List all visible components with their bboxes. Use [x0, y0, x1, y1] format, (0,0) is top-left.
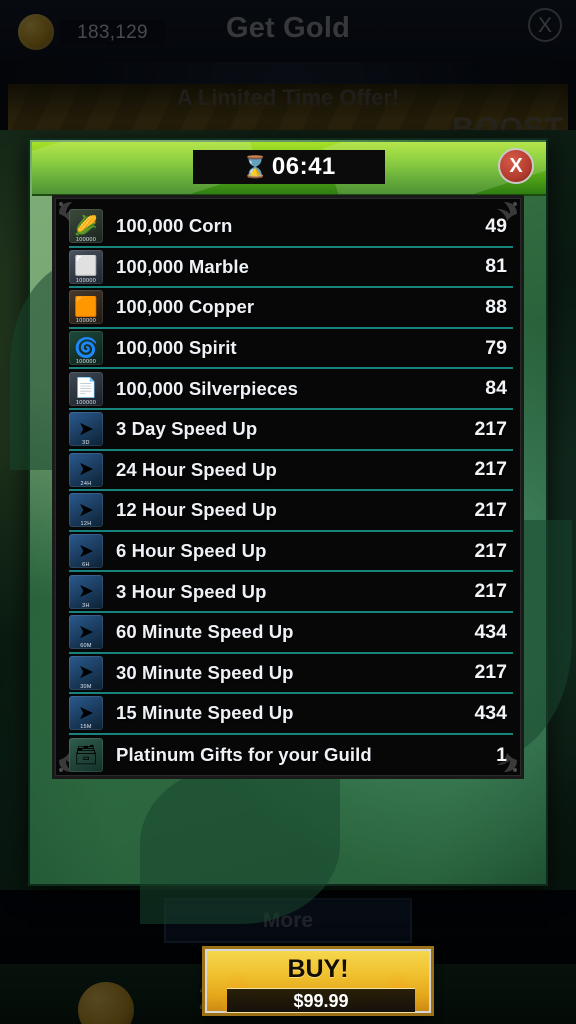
item-name: 100,000 Spirit — [116, 337, 237, 359]
marble-icon: ⬜ 100000 — [69, 249, 103, 284]
game-screen: 183,129 Get Gold X A Limited Time Offer!… — [0, 0, 576, 1024]
item-name: 100,000 Copper — [116, 296, 255, 318]
icon-stamp-label: 24H — [80, 480, 92, 487]
icon-stamp-label: 100000 — [75, 399, 97, 406]
item-name: 24 Hour Speed Up — [116, 458, 277, 480]
item-name: 15 Minute Speed Up — [116, 702, 294, 724]
icon-stamp-label: 100000 — [75, 277, 97, 284]
platinum-chest-icon: 🗃 — [69, 738, 103, 773]
icon-stamp-label: 60M — [80, 643, 92, 650]
item-name: 100,000 Marble — [116, 255, 250, 277]
item-quantity: 49 — [485, 214, 507, 237]
item-quantity: 217 — [474, 458, 507, 481]
icon-stamp-label: 6H — [82, 562, 90, 569]
offer-item-list: 🌽 100000 100,000 Corn 49 ⬜ 100000 100,000 Marb… — [69, 207, 513, 775]
item-quantity: 217 — [474, 539, 507, 562]
table-row: ⬜ 100000 100,000 Marble 81 — [69, 248, 513, 289]
item-name: 6 Hour Speed Up — [116, 540, 267, 562]
table-row: 🗃 Platinum Gifts for your Guild 1 — [69, 735, 513, 776]
item-quantity: 88 — [485, 295, 507, 318]
item-quantity: 217 — [474, 498, 507, 521]
table-row: 📄 100000 100,000 Silverpieces 84 — [69, 369, 513, 410]
speedup-icon: ➤ 24H — [69, 452, 103, 487]
item-quantity: 84 — [485, 377, 507, 400]
item-name: 100,000 Silverpieces — [116, 377, 299, 399]
speedup-icon: ➤ 6H — [69, 534, 103, 569]
corn-icon: 🌽 100000 — [69, 209, 103, 244]
modal-close-button[interactable]: X — [498, 148, 534, 184]
icon-stamp-label: 3D — [82, 440, 90, 447]
item-name: 3 Day Speed Up — [116, 418, 258, 440]
icon-stamp-label: 3H — [82, 602, 90, 609]
table-row: ➤ 15M 15 Minute Speed Up 434 — [69, 694, 513, 735]
buy-button-label: BUY! — [287, 955, 349, 983]
table-row: ➤ 6H 6 Hour Speed Up 217 — [69, 532, 513, 573]
item-quantity: 434 — [474, 620, 507, 643]
item-name: Platinum Gifts for your Guild — [116, 744, 372, 766]
table-row: ➤ 12H 12 Hour Speed Up 217 — [69, 491, 513, 532]
item-name: 30 Minute Speed Up — [116, 661, 294, 683]
offer-items-panel: 🌽 100000 100,000 Corn 49 ⬜ 100000 100,000 Marb… — [52, 195, 524, 779]
table-row: ➤ 30M 30 Minute Speed Up 217 — [69, 654, 513, 695]
item-quantity: 217 — [474, 661, 507, 684]
item-name: 12 Hour Speed Up — [116, 499, 277, 521]
item-name: 3 Hour Speed Up — [116, 580, 267, 602]
item-quantity: 217 — [474, 417, 507, 440]
offer-countdown-timer: ⌛ 06:41 — [193, 150, 385, 184]
item-quantity: 217 — [474, 580, 507, 603]
table-row: 🌀 100000 100,000 Spirit 79 — [69, 329, 513, 370]
buy-price-label: $99.99 — [227, 988, 415, 1013]
table-row: 🌽 100000 100,000 Corn 49 — [69, 207, 513, 248]
speedup-icon: ➤ 15M — [69, 696, 103, 731]
speedup-icon: ➤ 60M — [69, 615, 103, 650]
item-quantity: 434 — [474, 701, 507, 724]
icon-stamp-label: 100000 — [75, 237, 97, 244]
timer-value: 06:41 — [271, 153, 336, 180]
item-name: 100,000 Corn — [116, 215, 233, 237]
item-name: 60 Minute Speed Up — [116, 621, 294, 643]
icon-stamp-label: 100000 — [75, 318, 97, 325]
icon-stamp-label: 100000 — [75, 359, 97, 366]
silverpieces-icon: 📄 100000 — [69, 371, 103, 406]
speedup-icon: ➤ 12H — [69, 493, 103, 528]
copper-icon: 🟧 100000 — [69, 290, 103, 325]
table-row: ➤ 24H 24 Hour Speed Up 217 — [69, 451, 513, 492]
hourglass-icon: ⌛ — [242, 156, 269, 179]
item-quantity: 81 — [485, 255, 507, 278]
item-quantity: 79 — [485, 336, 507, 359]
spirit-icon: 🌀 100000 — [69, 331, 103, 366]
speedup-icon: ➤ 30M — [69, 655, 103, 690]
leaf-decoration — [140, 764, 340, 924]
table-row: 🟧 100000 100,000 Copper 88 — [69, 288, 513, 329]
speedup-icon: ➤ 3D — [69, 412, 103, 447]
table-row: ➤ 3H 3 Hour Speed Up 217 — [69, 572, 513, 613]
table-row: ➤ 60M 60 Minute Speed Up 434 — [69, 613, 513, 654]
platinum-chest-icon-glyph: 🗃 — [73, 744, 99, 766]
icon-stamp-label: 15M — [80, 724, 92, 731]
speedup-icon: ➤ 3H — [69, 574, 103, 609]
icon-stamp-label: 12H — [80, 521, 92, 528]
icon-stamp-label: 30M — [80, 683, 92, 690]
item-quantity: 1 — [496, 743, 507, 766]
buy-button[interactable]: BUY! $99.99 — [202, 946, 434, 1016]
table-row: ➤ 3D 3 Day Speed Up 217 — [69, 410, 513, 451]
